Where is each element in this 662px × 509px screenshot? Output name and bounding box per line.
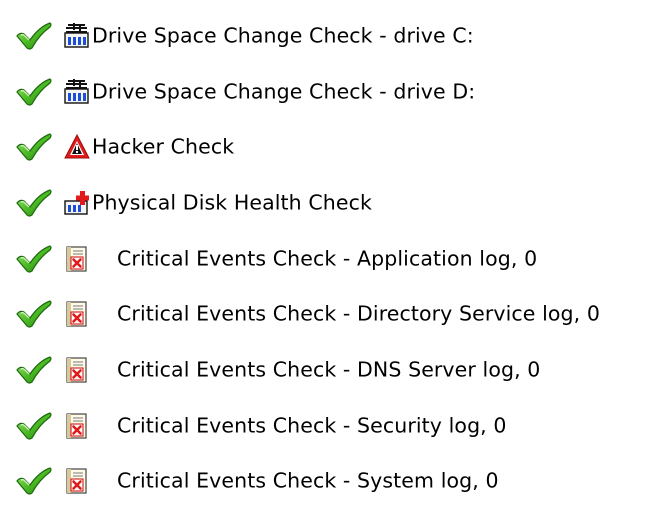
check-label: Critical Events Check - Security log, 0 [117, 413, 507, 437]
check-row: Critical Events Check - Directory Servic… [0, 286, 662, 342]
status-pass-icon [15, 411, 53, 441]
event-log-icon [64, 246, 90, 272]
event-log-icon [64, 413, 90, 439]
disk-space-icon [64, 79, 90, 105]
disk-space-icon [64, 23, 90, 49]
check-label: Drive Space Change Check - drive D: [92, 79, 475, 103]
check-list: Drive Space Change Check - drive C: Drive… [0, 8, 662, 509]
status-pass-icon [15, 355, 53, 385]
event-log-icon [64, 357, 90, 383]
hacker-warning-icon [64, 134, 90, 160]
status-pass-icon [15, 299, 53, 329]
status-pass-icon [15, 466, 53, 496]
check-row: Critical Events Check - DNS Server log, … [0, 342, 662, 398]
check-label: Critical Events Check - System log, 0 [117, 469, 499, 493]
status-pass-icon [15, 21, 53, 51]
check-label: Critical Events Check - Application log,… [117, 246, 537, 270]
check-row: Drive Space Change Check - drive C: [0, 8, 662, 64]
event-log-icon [64, 468, 90, 494]
check-label: Physical Disk Health Check [92, 190, 372, 214]
status-pass-icon [15, 244, 53, 274]
check-label: Hacker Check [92, 135, 234, 159]
check-label: Critical Events Check - Directory Servic… [117, 302, 600, 326]
check-label: Drive Space Change Check - drive C: [92, 23, 474, 47]
status-pass-icon [15, 188, 53, 218]
status-pass-icon [15, 132, 53, 162]
check-row: Critical Events Check - System log, 0 [0, 454, 662, 509]
check-row: Critical Events Check - Security log, 0 [0, 398, 662, 454]
event-log-icon [64, 301, 90, 327]
check-row: Critical Events Check - Application log,… [0, 231, 662, 287]
check-row: Hacker Check [0, 119, 662, 175]
status-pass-icon [15, 77, 53, 107]
disk-health-icon [64, 190, 90, 216]
check-row: Physical Disk Health Check [0, 175, 662, 231]
check-row: Drive Space Change Check - drive D: [0, 64, 662, 120]
check-label: Critical Events Check - DNS Server log, … [117, 357, 540, 381]
